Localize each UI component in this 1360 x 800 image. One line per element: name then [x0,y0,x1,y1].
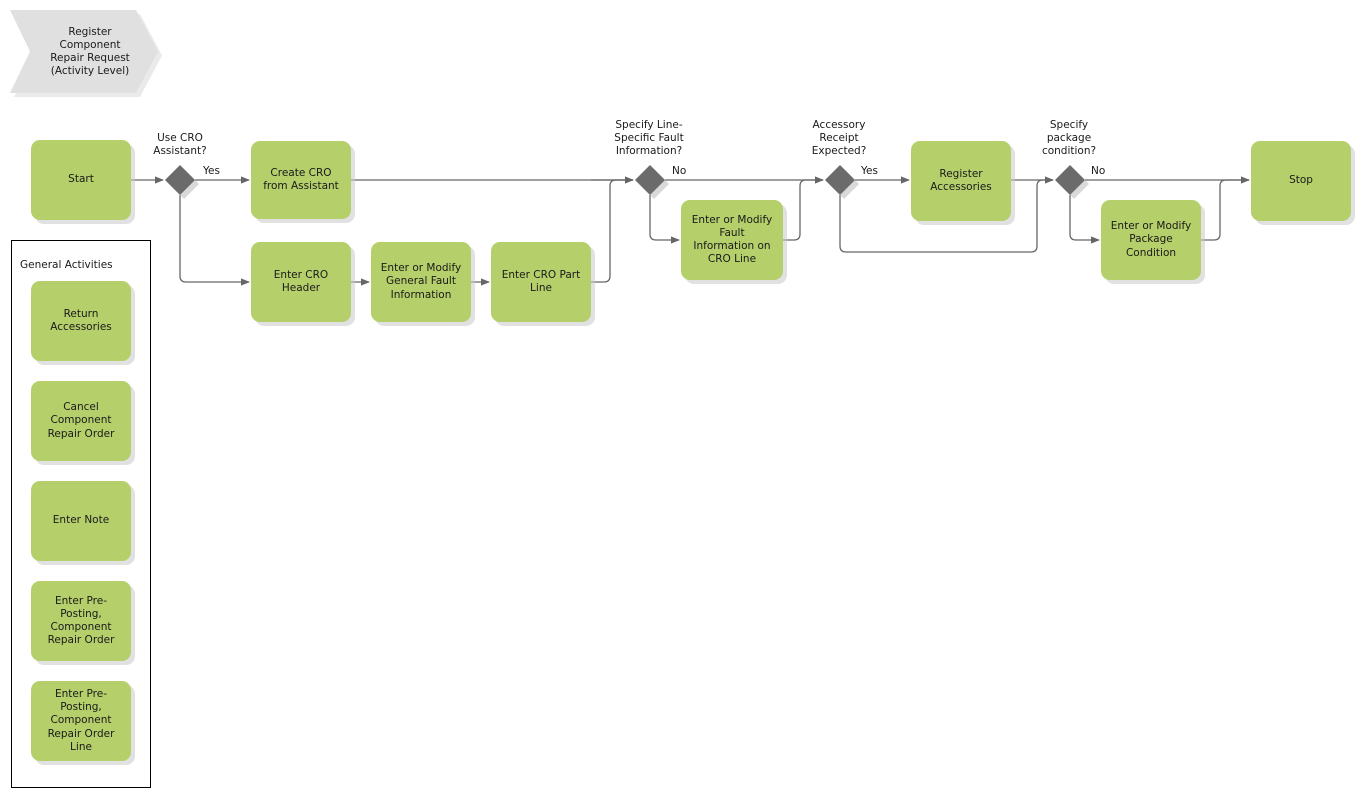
flowchart-canvas: Register Component Repair Request (Activ… [0,0,1360,800]
node-enter-cro-part-line[interactable]: Enter CRO Part Line [491,242,595,326]
node-register-accessories[interactable]: Register Accessories [911,141,1015,225]
gateway-use-cro-assistant[interactable] [165,165,199,199]
gateway-accessory-receipt-expected[interactable] [825,165,859,199]
node-body: Register Accessories [911,141,1011,221]
node-label: Enter CRO Header [273,268,329,294]
node-enter-or-modify-package-condition[interactable]: Enter or Modify Package Condition [1101,200,1205,284]
node-label: Register Accessories [930,167,992,193]
node-label: Enter or Modify Package Condition [1110,220,1192,259]
panel-item-return-accessories[interactable]: Return Accessories [31,281,135,365]
node-body: Enter Pre- Posting, Component Repair Ord… [31,681,131,761]
node-label: Return Accessories [50,307,112,333]
node-body: Enter or Modify Package Condition [1101,200,1201,280]
panel-item-cancel-component-repair-order[interactable]: Cancel Component Repair Order [31,381,135,465]
edge-label-linefault-no: No [672,165,687,177]
node-stop[interactable]: Stop [1251,141,1355,225]
node-body: Enter CRO Part Line [491,242,591,322]
node-enter-or-modify-general-fault-information[interactable]: Enter or Modify General Fault Informatio… [371,242,475,326]
node-create-cro-from-assistant[interactable]: Create CRO from Assistant [251,141,355,223]
node-label: Cancel Component Repair Order [47,401,115,440]
node-label: Create CRO from Assistant [263,166,339,192]
node-body: Cancel Component Repair Order [31,381,131,461]
edge-label-package-no: No [1091,165,1106,177]
node-enter-or-modify-fault-information-on-cro-line[interactable]: Enter or Modify Fault Information on CRO… [681,200,787,284]
gateway-label-specify-line-specific-fault-information: Specify Line- Specific Fault Information… [614,119,684,158]
node-label: Enter or Modify Fault Information on CRO… [691,213,773,266]
node-body: Enter CRO Header [251,242,351,322]
node-label: Start [68,173,94,186]
edge-label-assistant-yes: Yes [203,165,220,177]
node-enter-cro-header[interactable]: Enter CRO Header [251,242,355,326]
edge-label-accessory-yes: Yes [861,165,878,177]
node-label: Enter Pre- Posting, Component Repair Ord… [47,687,115,753]
panel-item-enter-note[interactable]: Enter Note [31,481,135,565]
gateway-label-specify-package-condition: Specify package condition? [1041,119,1097,158]
gateway-label-use-cro-assistant: Use CRO Assistant? [153,132,207,158]
node-label: Stop [1289,174,1313,187]
node-body: Enter Note [31,481,131,561]
node-label: Enter Note [52,514,110,527]
diagram-title-banner: Register Component Repair Request (Activ… [10,10,162,97]
panel-item-enter-pre-posting-component-repair-order-line[interactable]: Enter Pre- Posting, Component Repair Ord… [31,681,135,765]
node-start[interactable]: Start [31,140,135,224]
node-body: Enter or Modify General Fault Informatio… [371,242,471,322]
node-body: Create CRO from Assistant [251,141,351,219]
node-body: Enter or Modify Fault Information on CRO… [681,200,783,280]
panel-item-enter-pre-posting-component-repair-order[interactable]: Enter Pre- Posting, Component Repair Ord… [31,581,135,665]
page-title: Register Component Repair Request (Activ… [50,25,130,77]
gateway-specify-line-specific-fault-information[interactable] [635,165,669,199]
node-body: Return Accessories [31,281,131,361]
general-activities-title: General Activities [20,259,113,271]
gateway-label-accessory-receipt-expected: Accessory Receipt Expected? [811,119,867,158]
node-body: Start [31,140,131,220]
node-label: Enter or Modify General Fault Informatio… [380,262,462,301]
node-label: Enter CRO Part Line [501,268,581,294]
node-body: Enter Pre- Posting, Component Repair Ord… [31,581,131,661]
gateway-specify-package-condition[interactable] [1055,165,1089,199]
node-body: Stop [1251,141,1351,221]
node-label: Enter Pre- Posting, Component Repair Ord… [47,594,115,647]
